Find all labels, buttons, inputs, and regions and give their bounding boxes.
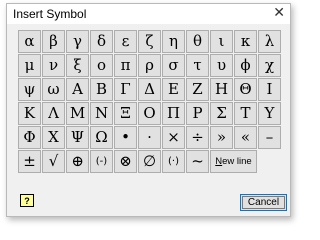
- symbol-button[interactable]: ν: [42, 54, 65, 77]
- dialog-title: Insert Symbol: [13, 7, 87, 21]
- cancel-button[interactable]: Cancel: [240, 194, 287, 211]
- symbol-button[interactable]: «: [234, 126, 257, 149]
- symbol-button[interactable]: σ: [162, 54, 185, 77]
- symbol-button[interactable]: ⊗: [114, 150, 137, 173]
- symbol-button[interactable]: δ: [90, 30, 113, 53]
- symbol-button[interactable]: ·: [138, 126, 161, 149]
- symbol-button[interactable]: Η: [210, 78, 233, 101]
- symbol-button[interactable]: ∅: [138, 150, 161, 173]
- symbol-button[interactable]: κ: [234, 30, 257, 53]
- symbol-button[interactable]: »: [210, 126, 233, 149]
- symbol-button[interactable]: υ: [210, 54, 233, 77]
- new-line-button-label: ew line: [222, 155, 252, 167]
- symbol-button[interactable]: ζ: [138, 30, 161, 53]
- symbol-button[interactable]: –: [258, 126, 281, 149]
- symbol-button[interactable]: (·): [162, 150, 185, 173]
- symbol-button[interactable]: ξ: [66, 54, 89, 77]
- symbol-button[interactable]: Θ: [234, 78, 257, 101]
- symbol-button[interactable]: Μ: [66, 102, 89, 125]
- symbol-button[interactable]: ι: [210, 30, 233, 53]
- symbol-button[interactable]: Π: [162, 102, 185, 125]
- symbol-button[interactable]: √: [42, 150, 65, 173]
- symbol-button[interactable]: Ψ: [66, 126, 89, 149]
- new-line-button[interactable]: New line: [210, 150, 257, 173]
- symbol-button[interactable]: ⊕: [66, 150, 89, 173]
- symbol-button[interactable]: θ: [186, 30, 209, 53]
- symbol-button[interactable]: Ρ: [186, 102, 209, 125]
- help-button[interactable]: ?: [20, 194, 34, 207]
- symbol-button[interactable]: χ: [258, 54, 281, 77]
- new-line-button-mnemonic: N: [215, 155, 223, 167]
- symbol-button[interactable]: ÷: [186, 126, 209, 149]
- symbol-button[interactable]: Ε: [162, 78, 185, 101]
- symbol-button[interactable]: Κ: [18, 102, 41, 125]
- symbol-button[interactable]: η: [162, 30, 185, 53]
- symbol-button[interactable]: Ν: [90, 102, 113, 125]
- symbol-grid: αβγδεζηθικλ μνξοπρστυϕχ ψωΑΒΓΔΕΖΗΘΙ ΚΛΜΝΞΟΠ…: [18, 30, 281, 173]
- symbol-button[interactable]: α: [18, 30, 41, 53]
- symbol-button[interactable]: π: [114, 54, 137, 77]
- symbol-button[interactable]: Σ: [210, 102, 233, 125]
- symbol-button[interactable]: Ξ: [114, 102, 137, 125]
- symbol-button[interactable]: Λ: [42, 102, 65, 125]
- title-bar: Insert Symbol ✕: [7, 4, 290, 24]
- symbol-button[interactable]: ~: [186, 150, 209, 173]
- symbol-button[interactable]: τ: [186, 54, 209, 77]
- symbol-button[interactable]: ω: [42, 78, 65, 101]
- close-icon[interactable]: ✕: [273, 5, 285, 21]
- symbol-button[interactable]: ε: [114, 30, 137, 53]
- symbol-button[interactable]: γ: [66, 30, 89, 53]
- symbol-button[interactable]: Τ: [234, 102, 257, 125]
- symbol-button[interactable]: Ζ: [186, 78, 209, 101]
- symbol-button[interactable]: μ: [18, 54, 41, 77]
- symbol-button[interactable]: Ι: [258, 78, 281, 101]
- symbol-button[interactable]: ±: [18, 150, 41, 173]
- symbol-button[interactable]: Γ: [114, 78, 137, 101]
- symbol-button[interactable]: (-): [90, 150, 113, 173]
- symbol-button[interactable]: ο: [90, 54, 113, 77]
- symbol-button[interactable]: β: [42, 30, 65, 53]
- insert-symbol-dialog: Insert Symbol ✕ αβγδεζηθικλ μνξοπρστυϕχ ψω…: [6, 3, 291, 217]
- symbol-button[interactable]: Φ: [18, 126, 41, 149]
- symbol-button[interactable]: Β: [90, 78, 113, 101]
- symbol-button[interactable]: Ο: [138, 102, 161, 125]
- symbol-button[interactable]: Ω: [90, 126, 113, 149]
- symbol-button[interactable]: Χ: [42, 126, 65, 149]
- symbol-button[interactable]: ψ: [18, 78, 41, 101]
- symbol-button[interactable]: ×: [162, 126, 185, 149]
- symbol-button[interactable]: ρ: [138, 54, 161, 77]
- symbol-button[interactable]: Δ: [138, 78, 161, 101]
- symbol-button[interactable]: ϕ: [234, 54, 257, 77]
- symbol-button[interactable]: Α: [66, 78, 89, 101]
- symbol-button[interactable]: λ: [258, 30, 281, 53]
- symbol-button[interactable]: Υ: [258, 102, 281, 125]
- symbol-button[interactable]: •: [114, 126, 137, 149]
